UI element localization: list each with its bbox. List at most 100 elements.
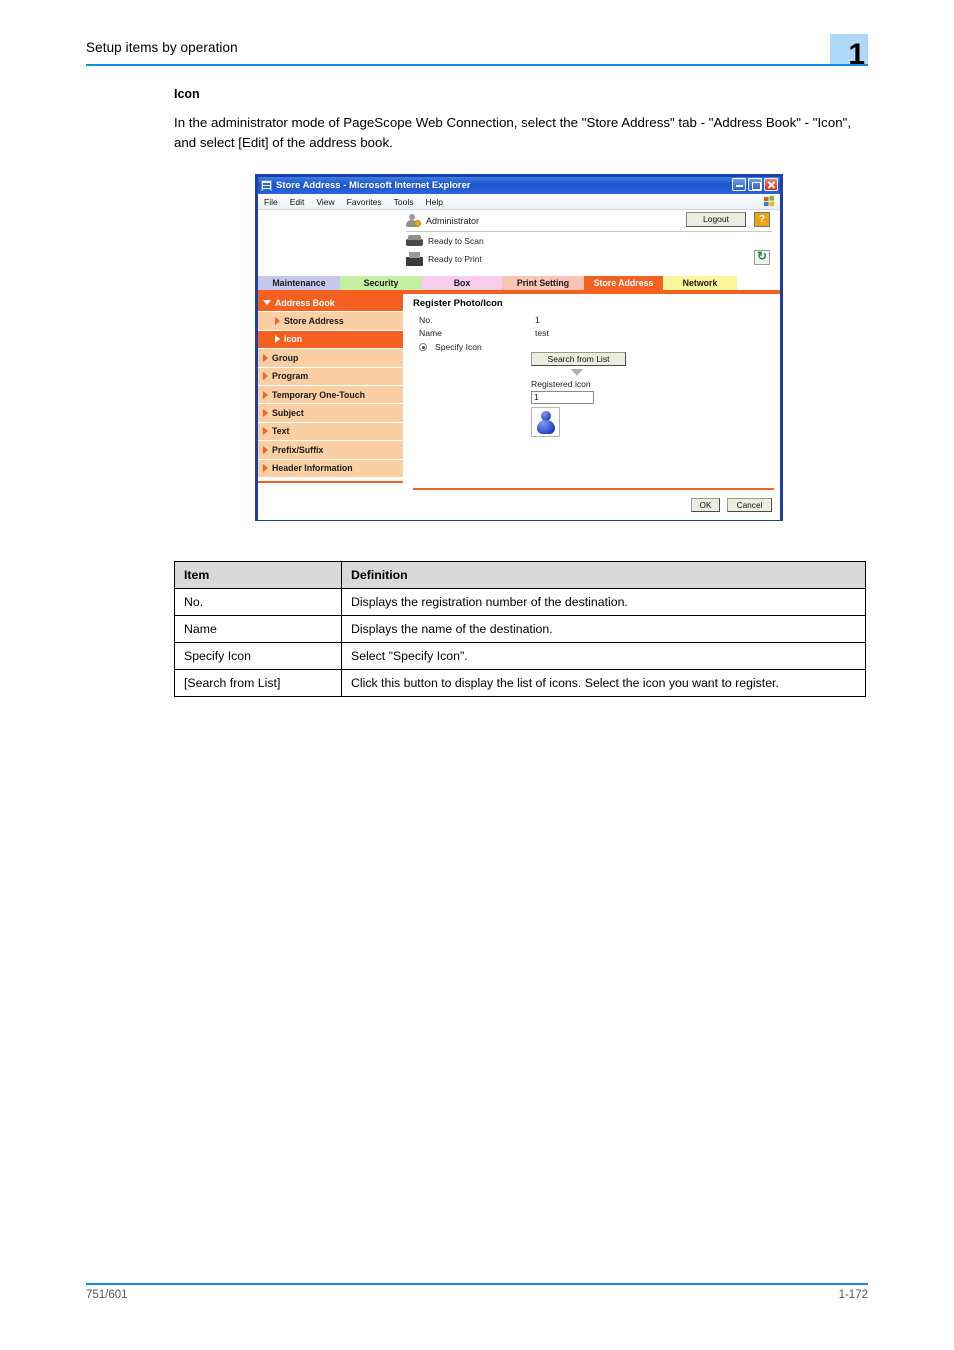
footer-page-number: 1-172	[838, 1289, 868, 1301]
chevron-right-icon	[263, 464, 268, 473]
person-icon-body	[537, 420, 555, 434]
logout-button[interactable]: Logout	[686, 212, 746, 227]
web-page-content: Administrator Logout ? Ready to Scan Rea…	[258, 210, 780, 520]
field-row-no: No. 1	[413, 313, 772, 326]
cell-item: [Search from List]	[174, 669, 342, 697]
tab-store-address[interactable]: Store Address	[584, 276, 663, 290]
sidebar-label: Icon	[284, 334, 303, 345]
registered-icon-preview	[531, 407, 560, 437]
window-title: Store Address - Microsoft Internet Explo…	[276, 180, 471, 191]
table-row: [Search from List] Click this button to …	[174, 669, 866, 697]
section-heading: Icon	[174, 87, 200, 101]
refresh-icon[interactable]	[754, 249, 770, 265]
chevron-right-icon	[263, 353, 268, 362]
form-content-pane: Register Photo/Icon No. 1 Name test Spec…	[403, 294, 780, 524]
menu-view[interactable]: View	[316, 197, 334, 207]
sidebar-item-text[interactable]: Text	[258, 422, 403, 442]
minimize-button[interactable]	[732, 178, 746, 191]
sidebar-item-store-address[interactable]: Store Address	[258, 312, 403, 331]
no-label: No.	[419, 314, 433, 325]
ok-button[interactable]: OK	[691, 498, 720, 512]
cell-definition: Select "Specify Icon".	[341, 642, 866, 670]
sidebar-item-program[interactable]: Program	[258, 367, 403, 386]
chevron-right-icon	[275, 335, 280, 344]
menu-favorites[interactable]: Favorites	[347, 197, 382, 207]
chevron-right-icon	[275, 317, 280, 326]
sidebar-item-temporary-one-touch[interactable]: Temporary One-Touch	[258, 385, 403, 405]
sidebar-item-group[interactable]: Group	[258, 349, 403, 368]
specify-icon-radio-row[interactable]: Specify Icon	[413, 342, 772, 352]
tab-maintenance[interactable]: Maintenance	[258, 276, 340, 290]
specify-icon-radio[interactable]	[419, 343, 427, 351]
tab-box[interactable]: Box	[422, 276, 502, 290]
help-icon[interactable]: ?	[754, 212, 770, 227]
footer-divider	[86, 1283, 868, 1285]
printer-icon	[406, 252, 423, 266]
icon-selection-panel: Search from List Registered icon 1	[531, 352, 671, 437]
scanner-icon	[406, 235, 423, 247]
left-sidebar: Address Book Store Address Icon Group Pr…	[258, 294, 403, 524]
footer-model: 751/601	[86, 1289, 128, 1301]
browser-window-screenshot: Store Address - Microsoft Internet Explo…	[255, 174, 783, 521]
tab-network[interactable]: Network	[663, 276, 737, 290]
sidebar-label: Header Information	[272, 463, 353, 474]
sidebar-label: Group	[272, 352, 299, 363]
cell-definition: Click this button to display the list of…	[341, 669, 866, 697]
name-value: test	[535, 327, 549, 338]
registered-icon-input[interactable]: 1	[531, 391, 594, 404]
specify-icon-label: Specify Icon	[435, 342, 482, 352]
form-divider	[413, 488, 774, 490]
administrator-label: Administrator	[426, 215, 480, 226]
menu-file[interactable]: File	[264, 197, 278, 207]
chevron-down-icon	[263, 300, 271, 306]
section-paragraph: In the administrator mode of PageScope W…	[174, 115, 852, 150]
table-row: Specify Icon Select "Specify Icon".	[174, 642, 866, 670]
cell-item: Specify Icon	[174, 642, 342, 670]
chapter-badge: 1	[830, 34, 868, 70]
cell-item: No.	[174, 588, 342, 616]
sidebar-item-icon[interactable]: Icon	[258, 330, 403, 350]
sidebar-label: Text	[272, 426, 290, 437]
sidebar-label: Subject	[272, 408, 304, 419]
cell-item: Name	[174, 615, 342, 643]
table-header-row: Item Definition	[174, 561, 866, 589]
name-label: Name	[419, 327, 442, 338]
chevron-right-icon	[263, 409, 268, 418]
sidebar-item-subject[interactable]: Subject	[258, 404, 403, 423]
menu-help[interactable]: Help	[425, 197, 442, 207]
browser-titlebar: Store Address - Microsoft Internet Explo…	[258, 177, 780, 194]
header-divider	[86, 64, 868, 66]
cancel-button[interactable]: Cancel	[727, 498, 772, 512]
form-title: Register Photo/Icon	[413, 298, 503, 309]
chevron-right-icon	[263, 427, 268, 436]
column-header-item: Item	[174, 561, 342, 589]
window-controls	[732, 178, 778, 191]
device-status-block: Ready to Scan Ready to Print	[406, 232, 780, 272]
chevron-right-icon	[263, 372, 268, 381]
tab-security[interactable]: Security	[340, 276, 422, 290]
sidebar-label: Address Book	[275, 297, 335, 308]
table-row: Name Displays the name of the destinatio…	[174, 615, 866, 643]
close-button[interactable]	[764, 178, 778, 191]
internet-explorer-icon	[261, 180, 272, 191]
ready-to-scan-label: Ready to Scan	[428, 236, 484, 246]
menu-tools[interactable]: Tools	[394, 197, 414, 207]
sidebar-item-prefix-suffix[interactable]: Prefix/Suffix	[258, 441, 403, 460]
menu-edit[interactable]: Edit	[290, 197, 305, 207]
table-row: No. Displays the registration number of …	[174, 588, 866, 616]
cell-definition: Displays the registration number of the …	[341, 588, 866, 616]
admin-bar: Administrator Logout ?	[406, 210, 772, 232]
no-value: 1	[535, 314, 540, 325]
tab-print-setting[interactable]: Print Setting	[502, 276, 584, 290]
column-header-definition: Definition	[341, 561, 866, 589]
arrow-down-icon	[571, 369, 583, 376]
sidebar-bottom-divider	[258, 480, 403, 483]
sidebar-label: Program	[272, 371, 309, 382]
search-from-list-button[interactable]: Search from List	[531, 352, 626, 366]
sidebar-item-address-book[interactable]: Address Book	[258, 294, 403, 313]
sidebar-item-header-information[interactable]: Header Information	[258, 459, 403, 478]
cell-definition: Displays the name of the destination.	[341, 615, 866, 643]
definition-table: Item Definition No. Displays the registr…	[174, 561, 866, 697]
maximize-button[interactable]	[748, 178, 762, 191]
status-line-scan: Ready to Scan	[406, 232, 780, 250]
